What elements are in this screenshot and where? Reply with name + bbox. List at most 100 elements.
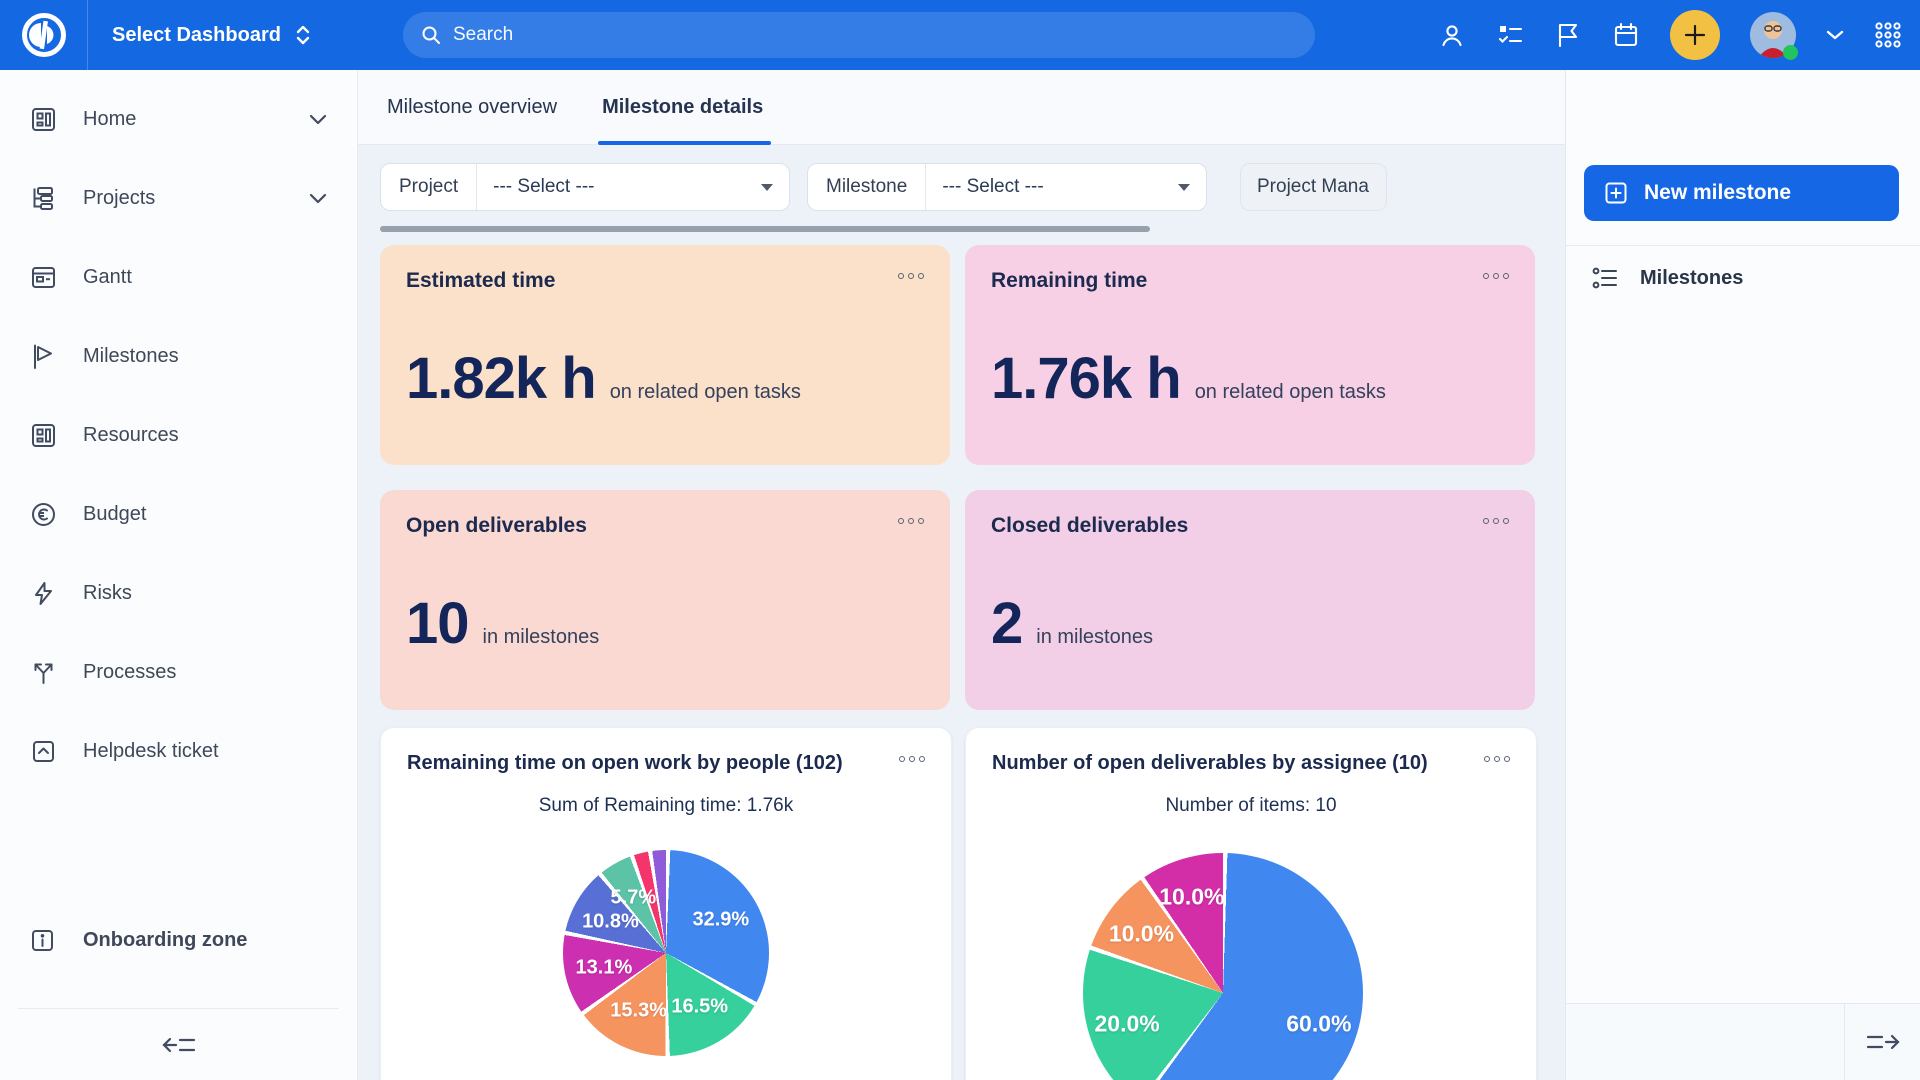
topbar-icons: [1438, 0, 1902, 70]
sidebar-item-label: Gantt: [83, 266, 327, 289]
search-icon: [421, 25, 441, 45]
project-manager-filter[interactable]: Project Mana: [1240, 163, 1387, 211]
card-value: 1.82k h: [406, 345, 596, 412]
pie-slice-label: 16.5%: [671, 996, 728, 1019]
project-manager-filter-label: Project Mana: [1257, 176, 1369, 198]
pie-slice-label: 13.1%: [576, 956, 633, 979]
sidebar-item-projects[interactable]: Projects: [0, 159, 357, 238]
milestone-filter-value: --- Select ---: [926, 176, 1178, 198]
sidebar-item-onboarding-zone[interactable]: Onboarding zone: [0, 905, 357, 975]
plus-square-icon: [1604, 181, 1628, 205]
sidebar-item-processes[interactable]: Processes: [0, 633, 357, 712]
sidebar-item-label: Budget: [83, 503, 327, 526]
dashboard-icon: [30, 422, 57, 449]
filter-row: Project --- Select --- Milestone --- Sel…: [380, 163, 1387, 211]
new-milestone-button[interactable]: New milestone: [1584, 165, 1899, 221]
chart-card-open-deliverables-by-assignee: Number of open deliverables by assignee …: [965, 727, 1537, 1080]
pie-chart-remaining-time[interactable]: 32.9%16.5%15.3%13.1%10.8%5.7%: [563, 850, 769, 1056]
card-value: 1.76k h: [991, 345, 1181, 412]
card-menu-button[interactable]: [1483, 269, 1509, 279]
card-menu-button[interactable]: [899, 752, 925, 762]
flag-icon[interactable]: [1554, 21, 1582, 49]
card-menu-button[interactable]: [1483, 514, 1509, 524]
card-caption: in milestones: [483, 626, 600, 649]
card-caption: on related open tasks: [610, 381, 801, 404]
tasks-checklist-icon[interactable]: [1496, 21, 1524, 49]
pie-slice-label: 10.0%: [1159, 884, 1224, 911]
dashboard-selector[interactable]: Select Dashboard: [112, 23, 311, 47]
collapse-left-icon: [162, 1034, 196, 1056]
panel-item-milestones[interactable]: Milestones: [1566, 246, 1920, 310]
gantt-icon: [30, 264, 57, 291]
chevron-down-icon: [309, 193, 327, 204]
box-arrow-up-icon: [30, 738, 57, 765]
pie-chart-deliverables[interactable]: 60.0%20.0%10.0%10.0%: [1083, 853, 1363, 1080]
top-bar: Select Dashboard Search: [0, 0, 1920, 70]
sidebar-item-helpdesk[interactable]: Helpdesk ticket: [0, 712, 357, 791]
card-caption: on related open tasks: [1195, 381, 1386, 404]
tab-label: Milestone details: [602, 96, 763, 119]
quick-add-button[interactable]: [1670, 10, 1720, 60]
card-menu-button[interactable]: [898, 514, 924, 524]
apps-grid-icon[interactable]: [1874, 21, 1902, 49]
chart-card-remaining-time-by-people: Remaining time on open work by people (1…: [380, 727, 952, 1080]
dashboard-icon: [30, 106, 57, 133]
new-milestone-label: New milestone: [1644, 181, 1791, 205]
panel-item-label: Milestones: [1640, 267, 1743, 290]
tab-milestone-details[interactable]: Milestone details: [602, 70, 763, 145]
pie-slice-label: 10.8%: [582, 910, 639, 933]
sidebar-item-resources[interactable]: Resources: [0, 396, 357, 475]
sidebar-collapse-button[interactable]: [18, 1008, 339, 1080]
card-title: Open deliverables: [406, 514, 587, 538]
search-placeholder: Search: [453, 24, 513, 46]
card-value: 10: [406, 590, 469, 657]
pie-slice-label: 20.0%: [1095, 1011, 1160, 1038]
tab-milestone-overview[interactable]: Milestone overview: [387, 70, 557, 145]
chart-subtitle: Sum of Remaining time: 1.76k: [407, 795, 925, 817]
sidebar-item-home[interactable]: Home: [0, 80, 357, 159]
euro-icon: [30, 501, 57, 528]
right-panel: New milestone Milestones: [1565, 70, 1920, 1080]
pie-slice-label: 10.0%: [1109, 920, 1174, 947]
fork-icon: [30, 659, 57, 686]
left-sidebar: Home Projects Gantt Milestones: [0, 70, 358, 1080]
project-filter-value: --- Select ---: [477, 176, 761, 198]
sidebar-item-risks[interactable]: Risks: [0, 554, 357, 633]
card-menu-button[interactable]: [1484, 752, 1510, 762]
expand-right-icon: [1866, 1031, 1900, 1053]
plus-icon: [1683, 23, 1707, 47]
panel-expand-button[interactable]: [1844, 1004, 1920, 1080]
sidebar-item-milestones[interactable]: Milestones: [0, 317, 357, 396]
chart-title: Remaining time on open work by people (1…: [407, 752, 843, 775]
user-icon[interactable]: [1438, 21, 1466, 49]
lightning-icon: [30, 580, 57, 607]
app-logo[interactable]: [0, 0, 88, 70]
project-filter-label: Project: [381, 164, 477, 210]
sidebar-item-gantt[interactable]: Gantt: [0, 238, 357, 317]
pie-slice-label: 15.3%: [610, 999, 667, 1022]
sidebar-item-budget[interactable]: Budget: [0, 475, 357, 554]
milestone-filter-select[interactable]: Milestone --- Select ---: [807, 163, 1207, 211]
avatar[interactable]: [1750, 12, 1796, 58]
online-status-dot: [1783, 45, 1798, 60]
project-filter-select[interactable]: Project --- Select ---: [380, 163, 790, 211]
search-input[interactable]: Search: [403, 12, 1315, 58]
profile-chevron-down-icon[interactable]: [1826, 29, 1844, 41]
onboarding-label: Onboarding zone: [83, 929, 247, 952]
sidebar-item-label: Milestones: [83, 345, 327, 368]
card-caption: in milestones: [1036, 626, 1153, 649]
logo-icon: [21, 12, 67, 58]
info-icon: [30, 928, 55, 953]
list-icon: [1592, 266, 1618, 290]
calendar-icon[interactable]: [1612, 21, 1640, 49]
card-title: Estimated time: [406, 269, 555, 293]
horizontal-scrollbar[interactable]: [380, 226, 1150, 232]
stat-card-estimated-time: Estimated time 1.82k h on related open t…: [380, 245, 950, 465]
sidebar-item-label: Processes: [83, 661, 327, 684]
sidebar-item-label: Home: [83, 108, 283, 131]
flag-icon: [30, 343, 57, 370]
card-menu-button[interactable]: [898, 269, 924, 279]
sidebar-item-label: Risks: [83, 582, 327, 605]
main-content: Project --- Select --- Milestone --- Sel…: [358, 145, 1565, 1080]
stat-card-remaining-time: Remaining time 1.76k h on related open t…: [965, 245, 1535, 465]
